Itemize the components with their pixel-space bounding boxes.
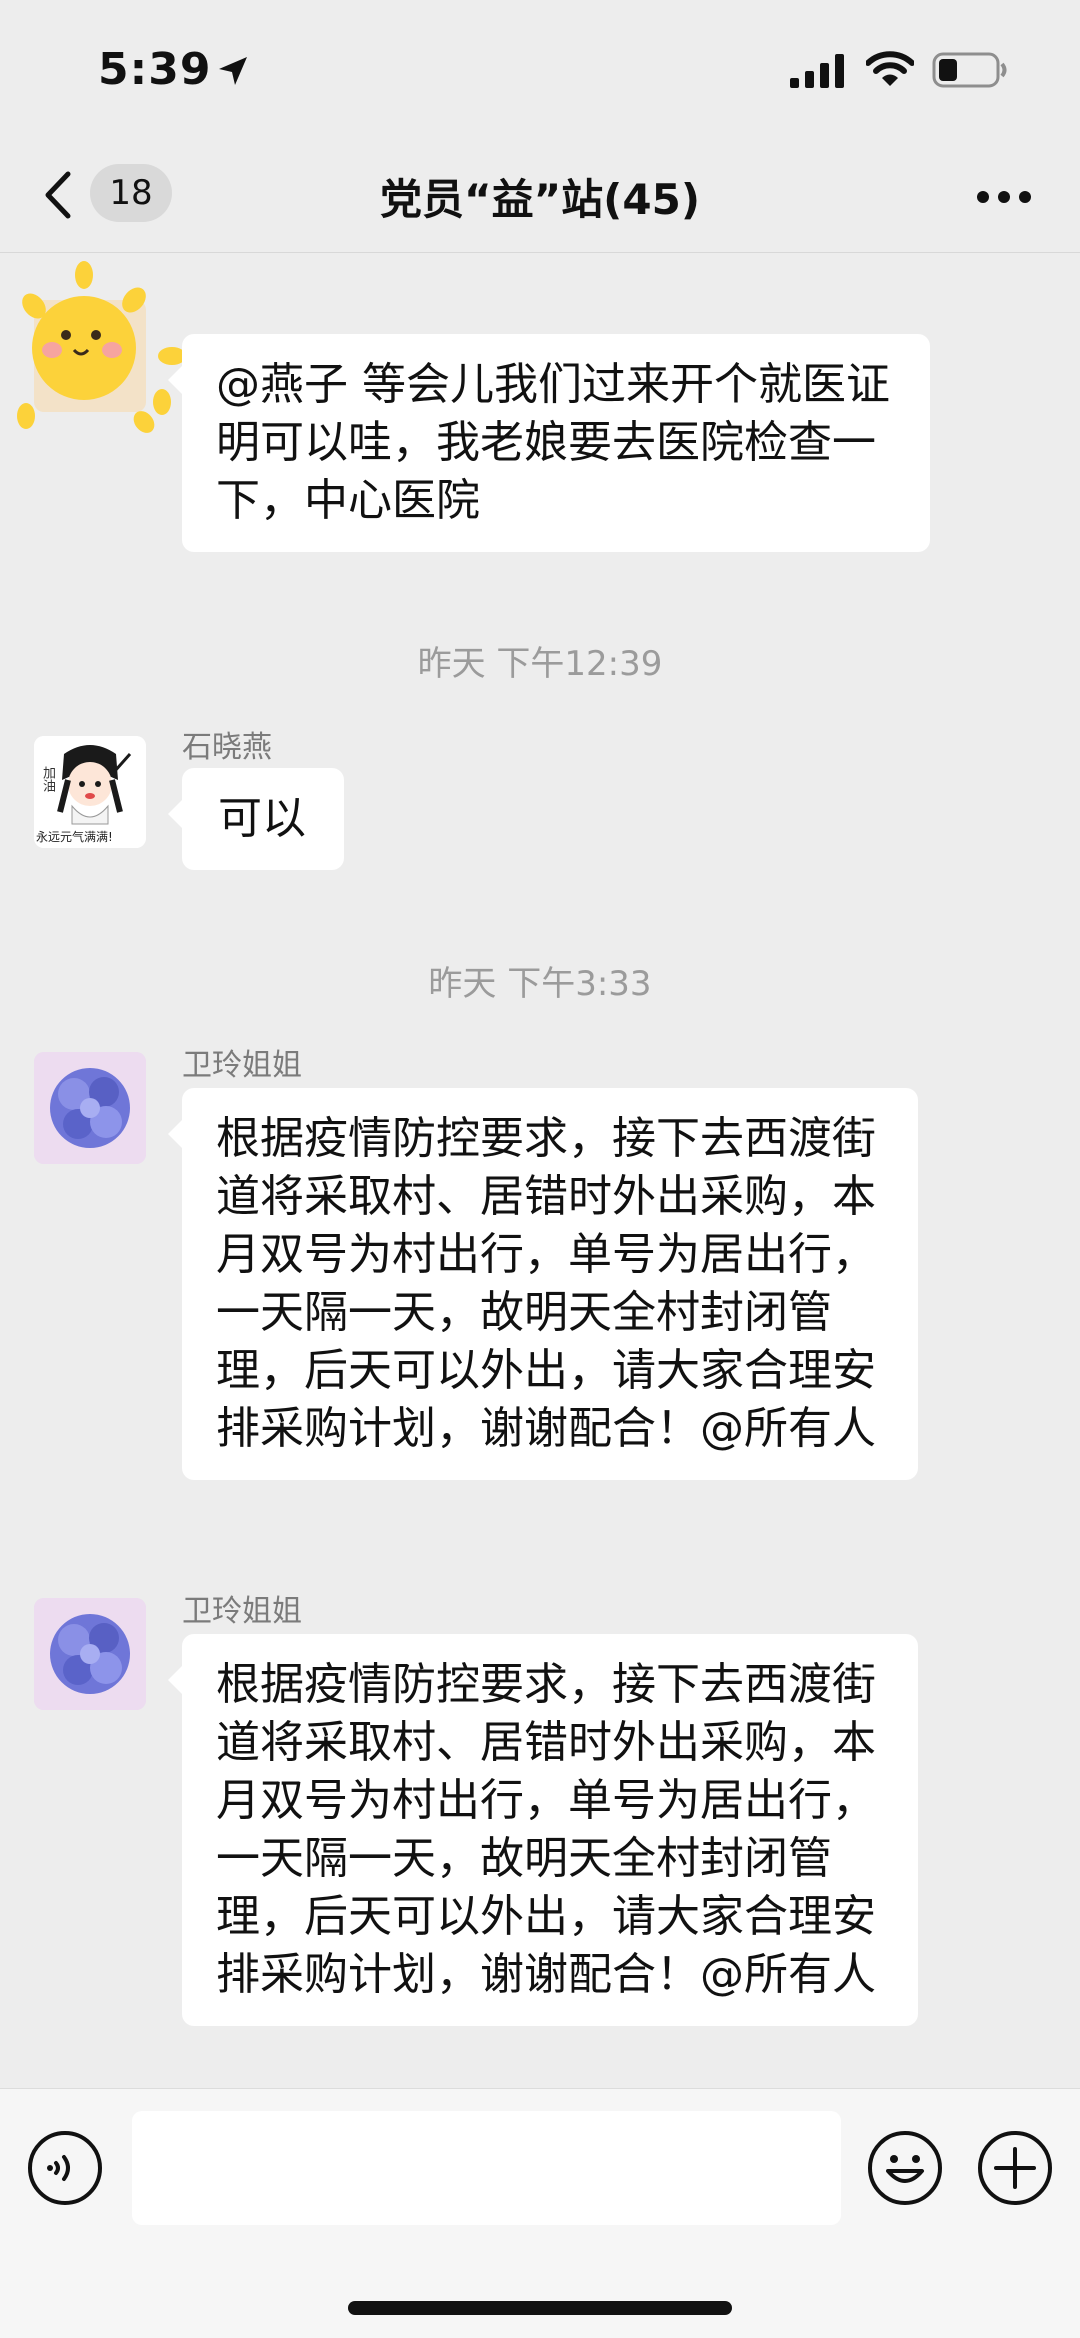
message-bubble[interactable]: 根据疫情防控要求，接下去西渡街道将采取村、居错时外出采购，本月双号为村出行，单号… [168, 1088, 918, 1480]
chat-title: 党员“益”站(45) [379, 175, 701, 224]
wifi-icon [866, 51, 914, 86]
home-indicator [348, 2301, 732, 2315]
plus-icon[interactable] [976, 2129, 1054, 2207]
status-bar: 5:39 [0, 0, 1080, 140]
message-bubble[interactable]: 根据疫情防控要求，接下去西渡街道将采取村、居错时外出采购，本月双号为村出行，单号… [168, 1634, 918, 2026]
sun-sticker-icon [17, 261, 186, 433]
timestamp: 昨天 下午3:33 [428, 964, 652, 1004]
battery-icon [932, 52, 1007, 88]
sender-name: 卫玲姐姐 [182, 1594, 302, 1629]
message-text: @燕子 等会儿我们过来开个就医证明可以哇，我老娘要去医院检查一下，中心医院 [216, 359, 890, 526]
location-arrow-icon [219, 57, 247, 85]
message-text: 根据疫情防控要求，接下去西渡街道将采取村、居错时外出采购，本月双号为村出行，单号… [216, 1659, 876, 2000]
message-input[interactable] [132, 2111, 841, 2225]
avatar-sun-sticker[interactable] [17, 261, 186, 433]
more-icon[interactable] [976, 190, 1032, 204]
avatar-caption: 永远元气满满! [36, 830, 113, 844]
input-bar [0, 2088, 1080, 2338]
avatar-tag: 加油 [40, 766, 55, 792]
sender-name: 卫玲姐姐 [182, 1048, 302, 1083]
avatar-wei-ling[interactable] [34, 1598, 146, 1710]
hydrangea-avatar-icon [34, 1052, 146, 1164]
message-text: 可以 [218, 793, 306, 844]
emoji-icon[interactable] [866, 2129, 944, 2207]
avatar-wei-ling[interactable] [34, 1052, 146, 1164]
message-bubble[interactable]: @燕子 等会儿我们过来开个就医证明可以哇，我老娘要去医院检查一下，中心医院 [168, 334, 930, 552]
status-time: 5:39 [98, 44, 212, 95]
sender-name: 石晓燕 [182, 730, 272, 765]
hydrangea-avatar-icon [34, 1598, 146, 1710]
timestamp: 昨天 下午12:39 [417, 644, 663, 684]
signal-icon [790, 54, 844, 88]
avatar-shi-xiaoyan[interactable]: 加油 永远元气满满! [34, 736, 146, 848]
voice-icon[interactable] [26, 2129, 104, 2207]
message-bubble[interactable]: 可以 [168, 768, 344, 870]
message-text: 根据疫情防控要求，接下去西渡街道将采取村、居错时外出采购，本月双号为村出行，单号… [216, 1113, 876, 1454]
